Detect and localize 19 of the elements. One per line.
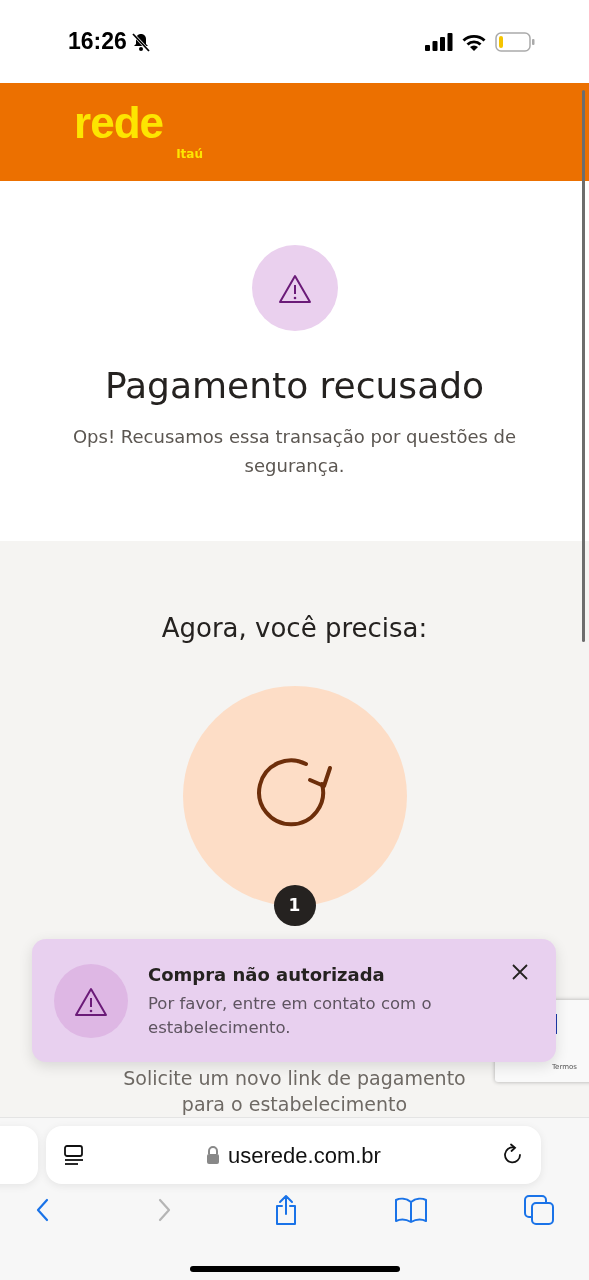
- url-text: userede.com.br: [228, 1141, 381, 1170]
- tabs-icon[interactable]: [523, 1194, 555, 1226]
- address-bar[interactable]: userede.com.br: [46, 1126, 541, 1184]
- error-message: Ops! Recusamos essa transação por questões de segurança.: [71, 425, 518, 478]
- section-heading: Agora, você precisa:: [161, 612, 428, 645]
- reader-icon[interactable]: [62, 1143, 86, 1167]
- step-description: Solicite um novo link de pagamento para o estabelecimento: [122, 1066, 467, 1117]
- signal-icon: [425, 32, 453, 51]
- book-icon[interactable]: [393, 1196, 428, 1224]
- page-title: Pagamento recusado: [104, 364, 485, 408]
- close-icon: [510, 961, 530, 982]
- toast-message: Por favor, entre em contato com o estabelecimento.: [148, 993, 433, 1039]
- wifi-icon: [461, 32, 487, 51]
- logo-text: rede: [74, 101, 163, 145]
- lock-icon: [206, 1146, 221, 1164]
- logo-subtitle: Itaú: [176, 146, 203, 163]
- battery-icon: [495, 31, 535, 52]
- status-time: 16:26: [68, 27, 127, 57]
- toast-title: Compra não autorizada: [148, 963, 386, 988]
